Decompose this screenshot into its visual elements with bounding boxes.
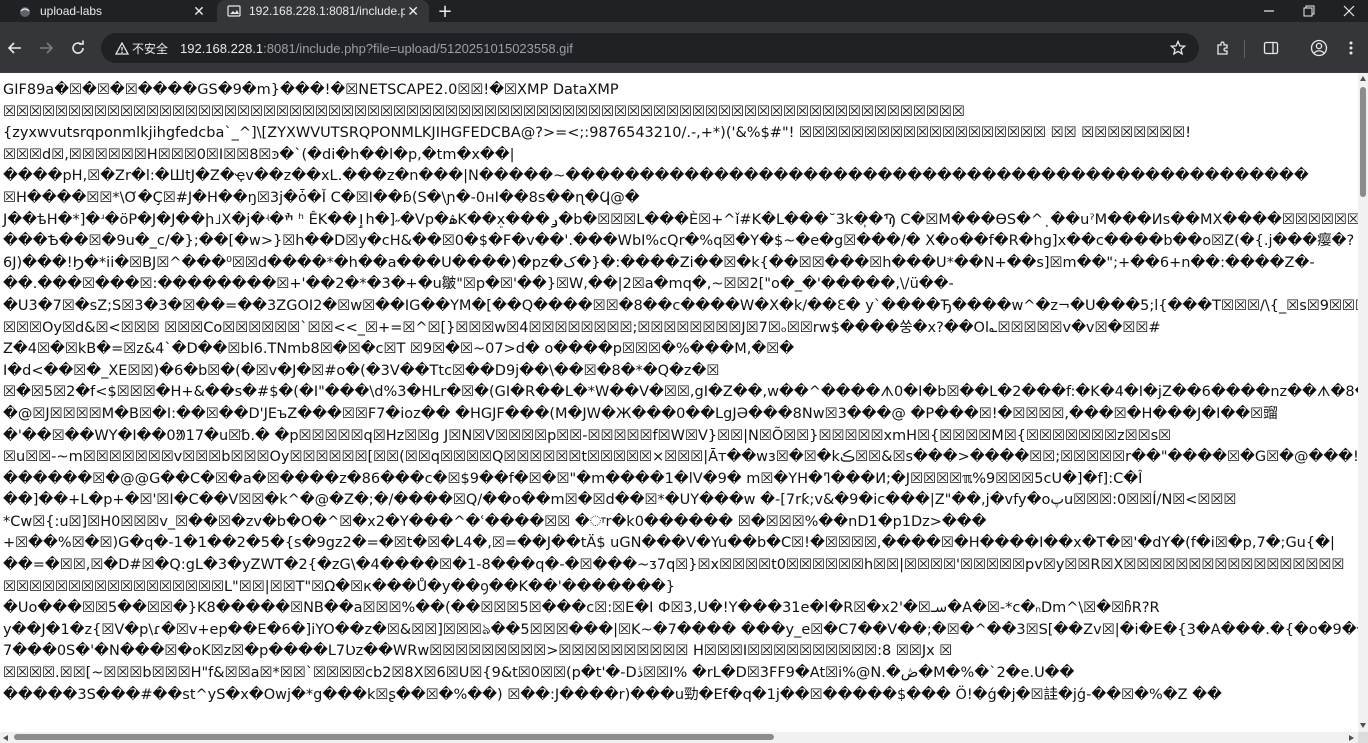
dump-line: ������☒�@@G��C�☒�a�☒����z�86���c�☒$9��f�… — [3, 470, 1143, 487]
tab-include-php[interactable]: 192.168.228.1:8081/include.p ✕ — [217, 0, 429, 22]
url-host: 192.168.228.1 — [180, 40, 264, 56]
maximize-icon[interactable] — [1289, 0, 1329, 22]
new-tab-plus-icon[interactable]: + — [434, 0, 456, 22]
dump-line: J��ѣH�*]�ʴ�ӧP�J�J��ի˩X�j�ʵ�ׯ ʰ ÊK��ٳh�]˶… — [3, 211, 1358, 228]
page-content: GIF89a�☒�☒�☒����GS�9�m}���!�☒NETSCAPE2.0… — [0, 73, 1358, 732]
warning-icon — [115, 41, 129, 55]
dump-line: *Cw☒{:u☒]☒H0☒☒☒v_☒��☒�zv�b�O�^☒�x2�Y���^… — [3, 513, 987, 530]
reload-icon[interactable] — [67, 37, 89, 59]
raw-file-dump: GIF89a�☒�☒�☒����GS�9�m}���!�☒NETSCAPE2.0… — [0, 73, 1358, 706]
dump-line: �Uo���☒☒5��☒☒�}K8�����☒NB��a☒☒☒%��(��☒☒☒… — [3, 600, 1160, 617]
sidepanel-icon[interactable] — [1260, 37, 1282, 59]
dump-line: ��=�☒☒,☒�D#☒�Q:gL�3�yZWT�2{�zG\�4����☒�1… — [3, 557, 1345, 574]
kebab-menu-icon[interactable] — [1340, 37, 1362, 59]
url-text[interactable]: 192.168.228.1:8081/include.php?file=uplo… — [180, 41, 573, 56]
dump-line: �'��☒��WY�I��0ᱟ17�u☒␢.� �p☒☒☒☒☒q☒Hz☒☒g J… — [3, 427, 1172, 444]
scroll-left-icon[interactable] — [3, 735, 8, 741]
dump-line: {zyxwvutsrqponmlkjihgfedcba`_^]\[ZYXWVUT… — [3, 125, 1192, 142]
extensions-icon[interactable] — [1212, 37, 1234, 59]
close-icon[interactable]: ✕ — [405, 3, 421, 19]
back-arrow-icon[interactable] — [4, 37, 26, 59]
image-favicon-icon — [227, 4, 241, 18]
dump-line: �U3�7☒�sZ;S☒3�3�☒��=��3ZGOI2�☒w☒��IG��YM… — [3, 297, 1358, 314]
vertical-scroll-thumb[interactable] — [1360, 87, 1366, 197]
upload-labs-favicon-icon — [18, 4, 32, 18]
dump-line: +☒��%☒�☒)G�q�-1�1��2�5�{s�9gz2�=�☒t�☒�L4… — [3, 535, 1335, 552]
dump-line: 7���0S�'�N���☒�oK☒z☒�p����L7Ʋz��WRw☒☒☒☒☒… — [3, 643, 953, 660]
tab-upload-labs[interactable]: upload-labs ✕ — [8, 0, 215, 22]
dump-line: ☒H����☒☒*\Ơ�Ç☒#J�H��ŋ☒3j�ȱ�Ǐ C�☒I��ɓ(S�\… — [3, 189, 640, 206]
tab-title: 192.168.228.1:8081/include.p — [249, 4, 406, 18]
close-icon[interactable]: ✕ — [191, 3, 207, 19]
window-close-icon[interactable] — [1329, 0, 1368, 22]
url-path: :8081/include.php?file=upload/5120251015… — [263, 40, 573, 56]
tab-title: upload-labs — [40, 4, 103, 18]
dump-line: ☒☒☒☒☒☒☒☒☒☒☒☒☒☒☒☒☒L"☒☒|☒☒T"☒Ω�☒к���Ů�y��ꝯ… — [3, 578, 676, 595]
vertical-scrollbar[interactable] — [1358, 73, 1368, 732]
dump-line: ���Ѣ��☒�9u�_c/�};��[�w>}☒h��D☒y�cH&��☒0�… — [3, 233, 1355, 250]
dump-line: ��]��+L�p+�☒'☒I�C��V☒☒�k^�@�Z�;�/����☒Q/… — [3, 492, 1237, 509]
dump-line: �����3S���#��st^yS�x�Owj�*g���k☒ʂ��☒�%��… — [3, 686, 1222, 703]
dump-line: ☒u☒☒-~m☒☒☒☒☒☒☒v☒☒☒b☒☒☒Oy☒☒☒☒☒☒[☒☒(☒☒q☒☒☒… — [3, 449, 1358, 466]
dump-line: ☒☒☒☒☒☒☒☒☒☒☒☒☒☒☒☒☒☒☒☒☒☒☒☒☒☒☒☒☒☒☒☒☒☒☒☒☒☒☒☒… — [3, 103, 965, 120]
scroll-corner — [1358, 732, 1368, 743]
dump-line: �@☒J☒☒☒☒M�B☒�I:��☒��D'JEъZ���☒☒F7�ioz�� … — [3, 405, 1278, 422]
horizontal-scrollbar[interactable] — [0, 732, 1358, 743]
scroll-right-icon[interactable] — [1349, 735, 1354, 741]
dump-line: I�d<��☒�_XE☒☒)�6�b☒�(�☒v�J�☒#o�(�3V��Ttc… — [3, 362, 720, 379]
tab-strip: upload-labs ✕ 192.168.228.1:8081/include… — [0, 0, 1368, 22]
dump-line: ☒☒☒☒.☒☒[~☒☒☒b☒☒☒H"f&☒☒a☒*☒☒`☒☒☒☒cb2☒8X☒6… — [3, 665, 1075, 682]
address-bar[interactable]: 不安全 192.168.228.1:8081/include.php?file=… — [101, 33, 1199, 63]
dump-line: ☒�☒5☒2�f<$☒☒☒�H+&��s�#$�(�I"���\d%3�HLr�… — [3, 384, 1358, 401]
scroll-down-icon[interactable] — [1360, 723, 1366, 728]
dump-line: ����pH,☒�Zr�l:�ШtJ�Z�ҿv��z��xL.���z�n���… — [3, 168, 1309, 185]
security-chip[interactable]: 不安全 — [111, 40, 172, 57]
toolbar: 不安全 192.168.228.1:8081/include.php?file=… — [0, 22, 1368, 73]
security-label: 不安全 — [132, 41, 169, 56]
horizontal-scroll-thumb[interactable] — [14, 734, 774, 740]
profile-icon[interactable] — [1308, 37, 1330, 59]
dump-line: GIF89a�☒�☒�☒����GS�9�m}���!�☒NETSCAPE2.0… — [3, 82, 619, 98]
dump-line: ��.���☒���☒:��������☒+'��2�*�3�+�u皺"☒p�☒… — [3, 276, 954, 293]
dump-line: Z�4☒�☒kB�=☒z&4`�D��☒bl6.TNmb8☒�☒�c☒T ☒9☒… — [3, 341, 795, 358]
scroll-up-icon[interactable] — [1360, 76, 1366, 81]
dump-line: 6J)���!Ϧ�*ii�☒BJ☒^���⁰☒☒d����*�h��a���U�… — [3, 254, 1315, 271]
dump-line: y��J�1�z{☒V�p\ɾ�☒v+ep��E�6�]iYO��z�☒&☒☒]… — [3, 621, 1358, 638]
star-icon[interactable] — [1169, 39, 1187, 57]
dump-line: ☒☒☒Oy☒d&☒<☒☒☒ ☒☒☒Co☒☒☒☒☒☒`☒☒<<_☒+=☒^☒[}☒… — [3, 319, 1161, 336]
minimize-icon[interactable] — [1249, 0, 1289, 22]
toolbar-divider — [1244, 40, 1245, 58]
forward-arrow-icon[interactable] — [35, 37, 57, 59]
dump-line: ☒☒☒d☒,☒☒☒☒☒☒H☒☒☒0☒I☒☒8☒ͽ�`(�di�h��l�p,�t… — [3, 146, 515, 163]
